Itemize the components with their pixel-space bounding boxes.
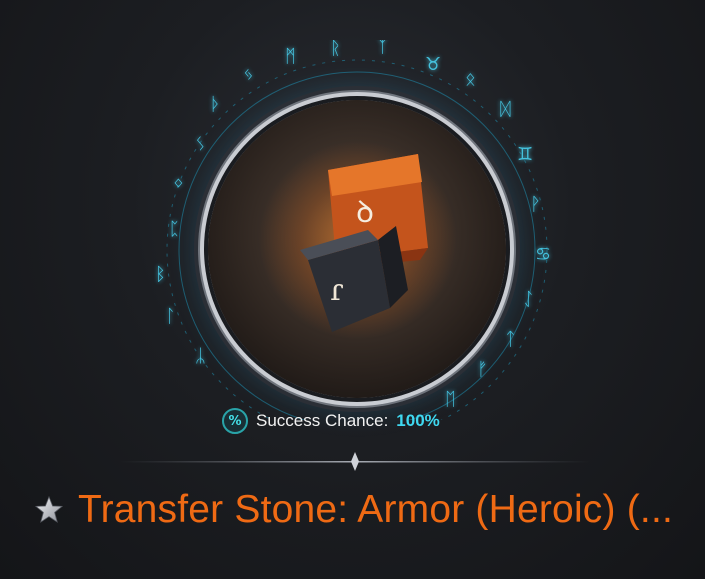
svg-text:ᚱ: ᚱ xyxy=(330,40,341,59)
rune-glyph-upper: ꝺ xyxy=(356,195,374,230)
svg-text:ᛒ: ᛒ xyxy=(155,264,166,285)
svg-text:ᛊ: ᛊ xyxy=(195,134,206,155)
item-name: Transfer Stone: Armor (Heroic) (... xyxy=(78,488,674,531)
enhancement-panel: ᛃ ᛗ ᚱ ᛉ ♉ ᛟ ᚦ ᛊ ᛞ ♊ ᛜ ᛈ ᚹ ♋ ᛒ ᛚ ᛇ ᛏ ᛦ ᚠ … xyxy=(0,0,705,579)
item-title-row: Transfer Stone: Armor (Heroic) (... xyxy=(34,482,673,538)
success-chance-label: Success Chance: xyxy=(256,411,389,430)
svg-text:ᛟ: ᛟ xyxy=(465,69,476,90)
svg-text:♋: ♋ xyxy=(535,244,551,265)
success-chance: % Success Chance: 100% xyxy=(222,406,440,436)
svg-text:ᚹ: ᚹ xyxy=(530,194,541,215)
svg-text:♉: ♉ xyxy=(425,54,441,75)
item-medallion: ꝺ ɾ xyxy=(208,100,506,398)
success-chance-value: 100% xyxy=(396,411,440,430)
svg-text:ᛦ: ᛦ xyxy=(195,346,206,367)
rune-glyph-lower: ɾ xyxy=(330,273,344,308)
star-icon xyxy=(34,495,64,523)
svg-text:ᛚ: ᛚ xyxy=(165,306,176,327)
svg-text:ᛃ: ᛃ xyxy=(243,64,254,85)
svg-text:ᛈ: ᛈ xyxy=(169,219,180,240)
svg-text:ᛉ: ᛉ xyxy=(377,40,388,57)
ornament-divider xyxy=(120,452,590,471)
svg-text:ᛏ: ᛏ xyxy=(505,329,516,350)
svg-text:ᛇ: ᛇ xyxy=(523,289,534,310)
svg-text:♊: ♊ xyxy=(517,144,533,165)
percent-icon: % xyxy=(222,408,248,434)
svg-text:ᛗ: ᛗ xyxy=(285,46,296,67)
svg-text:ᛜ: ᛜ xyxy=(173,174,184,195)
transfer-stone-icon: ꝺ ɾ xyxy=(300,154,428,332)
